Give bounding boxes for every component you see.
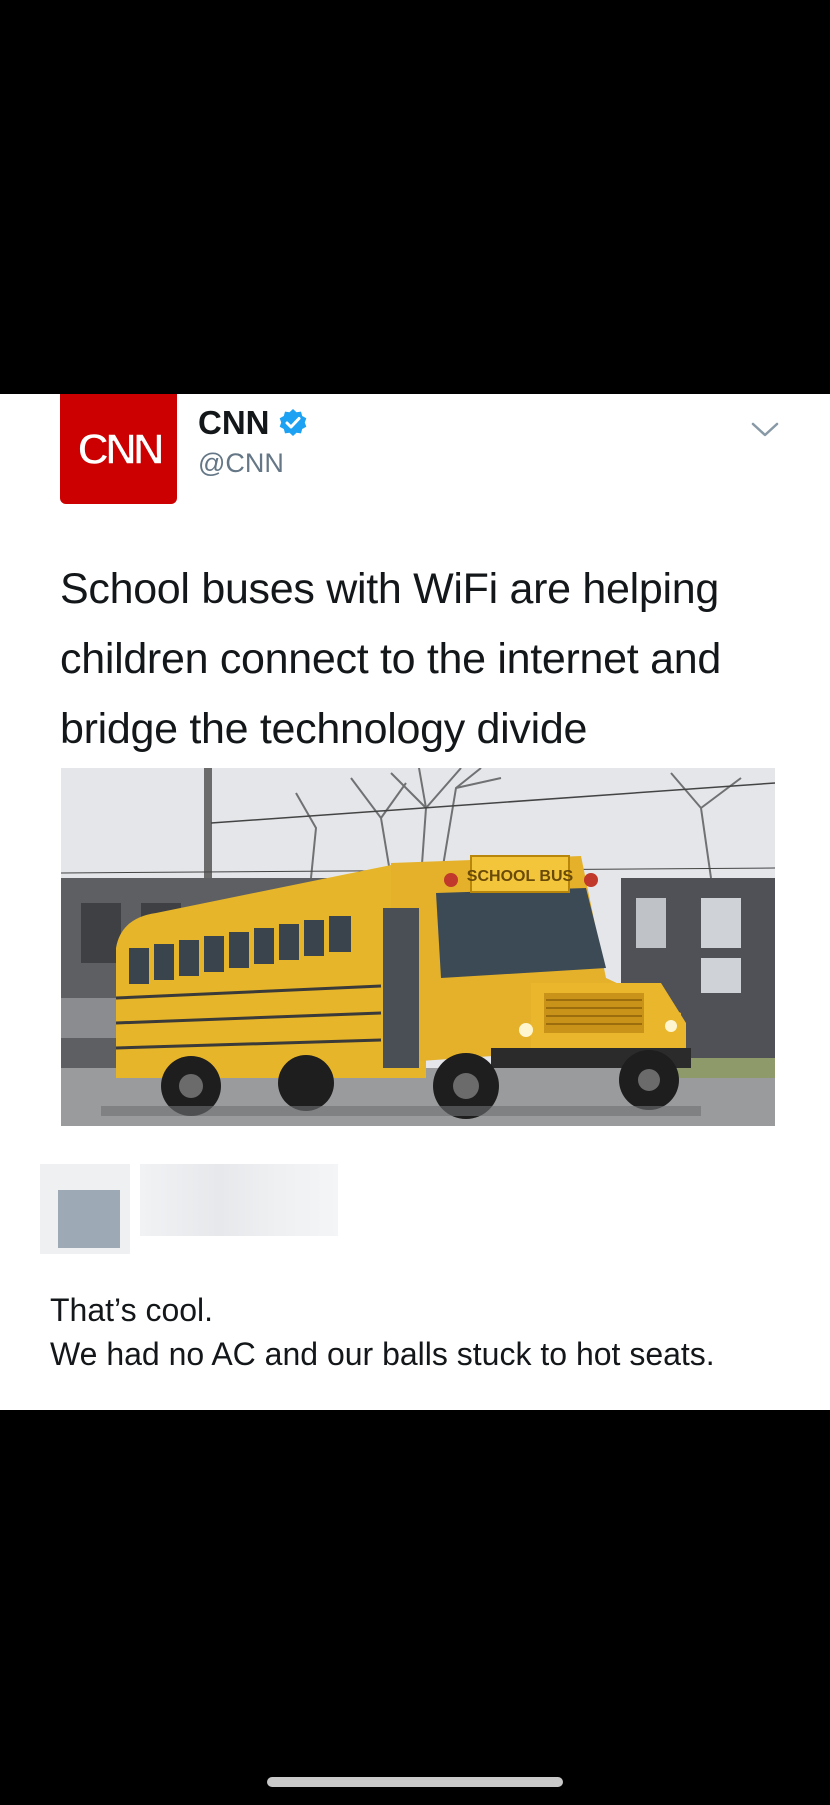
reply-username-redacted [140,1164,338,1236]
account-name[interactable]: CNN [198,404,270,442]
tweet-card: CNN CNN @CNN School buses with WiFi are … [0,394,830,1410]
logo-text: CNN [77,425,162,474]
reply-line-1: That’s cool. [50,1292,214,1328]
reply-text: That’s cool. We had no AC and our balls … [50,1288,810,1376]
reply-avatar-image [58,1190,120,1248]
tweet-text: School buses with WiFi are helping child… [60,565,721,753]
bus-sign-text: SCHOOL BUS [467,868,574,885]
reply-avatar[interactable] [40,1164,130,1254]
account-name-row[interactable]: CNN [198,404,308,442]
reply-line-2: We had no AC and our balls stuck to hot … [50,1336,715,1372]
screen: CNN CNN @CNN School buses with WiFi are … [0,0,830,1805]
home-indicator[interactable] [267,1777,563,1787]
cnn-logo[interactable]: CNN [60,394,177,504]
account-handle[interactable]: @CNN [198,448,284,479]
verified-badge-icon [278,408,308,438]
school-bus-photo[interactable]: SCHOOL BUS [61,768,775,1126]
chevron-down-icon[interactable] [748,418,782,442]
